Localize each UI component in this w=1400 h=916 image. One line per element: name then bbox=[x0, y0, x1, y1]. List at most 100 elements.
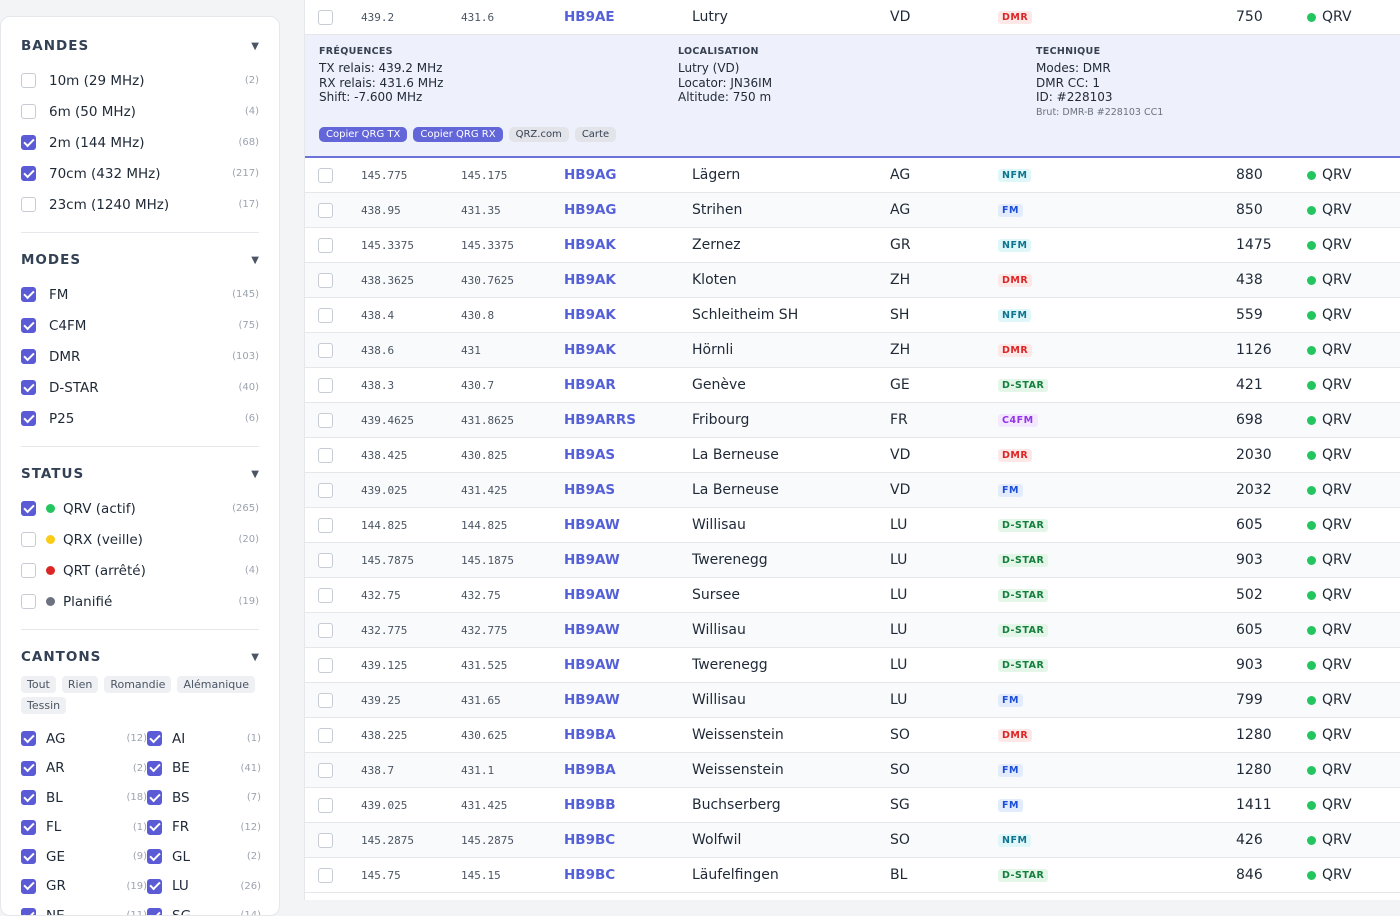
filter-option[interactable]: FL (1) bbox=[21, 813, 147, 843]
callsign-link[interactable]: HB9ARRS bbox=[564, 403, 636, 437]
filter-checkbox[interactable] bbox=[21, 731, 36, 747]
callsign-link[interactable]: HB9BC bbox=[564, 858, 615, 892]
table-row[interactable]: 145.75 145.15 HB9BC Läufelfingen BL D-STAR 846… bbox=[305, 858, 1400, 893]
filter-option[interactable]: 70cm (432 MHz) (217) bbox=[21, 158, 259, 189]
checkbox[interactable] bbox=[318, 552, 333, 568]
bands-header[interactable]: BANDES ▼ bbox=[21, 35, 259, 57]
filter-checkbox[interactable] bbox=[21, 197, 36, 212]
filter-option[interactable]: AG (12) bbox=[21, 724, 147, 754]
checkbox[interactable] bbox=[318, 447, 333, 463]
callsign-link[interactable]: HB9AW bbox=[564, 613, 620, 647]
filter-checkbox[interactable] bbox=[21, 104, 36, 119]
checkbox[interactable] bbox=[318, 797, 333, 813]
filter-checkbox[interactable] bbox=[21, 349, 36, 364]
filter-checkbox[interactable] bbox=[21, 878, 36, 894]
filter-checkbox[interactable] bbox=[21, 532, 36, 547]
filter-option[interactable]: QRV (actif) (265) bbox=[21, 493, 259, 524]
filter-option[interactable]: 10m (29 MHz) (2) bbox=[21, 65, 259, 96]
filter-checkbox[interactable] bbox=[147, 908, 162, 915]
table-row[interactable]: 439.25 431.65 HB9AW Willisau LU FM 799 QRV bbox=[305, 683, 1400, 718]
filter-option[interactable]: AR (2) bbox=[21, 754, 147, 784]
row-checkbox[interactable] bbox=[318, 543, 333, 577]
table-row[interactable]: 438.3625 430.7625 HB9AK Kloten ZH DMR 438 QRV bbox=[305, 263, 1400, 298]
filter-option[interactable]: 2m (144 MHz) (68) bbox=[21, 127, 259, 158]
qrz-link-button[interactable]: QRZ.com bbox=[508, 127, 569, 142]
checkbox[interactable] bbox=[318, 307, 333, 323]
row-checkbox[interactable] bbox=[318, 438, 333, 472]
row-checkbox[interactable] bbox=[318, 753, 333, 787]
checkbox[interactable] bbox=[318, 692, 333, 708]
filter-checkbox[interactable] bbox=[21, 166, 36, 181]
table-row[interactable]: 432.75 432.75 HB9AW Sursee LU D-STAR 502 QRV bbox=[305, 578, 1400, 613]
table-row[interactable]: 438.7 431.1 HB9BA Weissenstein SO FM 1280 QRV bbox=[305, 753, 1400, 788]
filter-option[interactable]: P25 (6) bbox=[21, 403, 259, 434]
filter-option[interactable]: BL (18) bbox=[21, 783, 147, 813]
row-checkbox[interactable] bbox=[318, 158, 333, 192]
callsign-link[interactable]: HB9AK bbox=[564, 333, 616, 367]
row-checkbox[interactable] bbox=[318, 473, 333, 507]
filter-checkbox[interactable] bbox=[147, 849, 162, 865]
filter-option[interactable]: BS (7) bbox=[147, 783, 261, 813]
checkbox[interactable] bbox=[318, 482, 333, 498]
row-checkbox[interactable] bbox=[318, 578, 333, 612]
checkbox[interactable] bbox=[318, 202, 333, 218]
filter-option[interactable]: SG (14) bbox=[147, 901, 261, 915]
callsign-link[interactable]: HB9BA bbox=[564, 718, 616, 752]
table-row[interactable]: 438.3 430.7 HB9AR Genève GE D-STAR 421 QRV bbox=[305, 368, 1400, 403]
filter-option[interactable]: NE (11) bbox=[21, 901, 147, 915]
table-row[interactable]: 438.6 431 HB9AK Hörnli ZH DMR 1126 QRV bbox=[305, 333, 1400, 368]
canton-quick-button[interactable]: Alémanique bbox=[177, 676, 256, 693]
filter-option[interactable]: Planifié (19) bbox=[21, 586, 259, 617]
table-row[interactable]: 145.7875 145.1875 HB9AW Twerenegg LU D-STAR 90… bbox=[305, 543, 1400, 578]
row-checkbox[interactable] bbox=[318, 193, 333, 227]
table-row[interactable]: 145.3375 145.3375 HB9AK Zernez GR NFM 1475 QRV bbox=[305, 228, 1400, 263]
canton-quick-button[interactable]: Tessin bbox=[21, 697, 67, 714]
callsign-link[interactable]: HB9AK bbox=[564, 228, 616, 262]
table-row[interactable]: 144.825 144.825 HB9AW Willisau LU D-STAR 605 QR… bbox=[305, 508, 1400, 543]
table-row[interactable]: 438.95 431.35 HB9AG Strihen AG FM 850 QRV bbox=[305, 193, 1400, 228]
callsign-link[interactable]: HB9AG bbox=[564, 158, 617, 192]
row-checkbox[interactable] bbox=[318, 648, 333, 682]
checkbox[interactable] bbox=[318, 377, 333, 393]
callsign-link[interactable]: HB9BB bbox=[564, 788, 616, 822]
callsign-link[interactable]: HB9AE bbox=[564, 0, 615, 34]
filter-checkbox[interactable] bbox=[21, 819, 36, 835]
checkbox[interactable] bbox=[318, 237, 333, 253]
table-row[interactable]: 439.4625 431.8625 HB9ARRS Fribourg FR C4FM 698… bbox=[305, 403, 1400, 438]
row-checkbox[interactable] bbox=[318, 858, 333, 892]
table-row[interactable]: 439.025 431.425 HB9BB Buchserberg SG FM 1411 QR… bbox=[305, 788, 1400, 823]
filter-checkbox[interactable] bbox=[21, 760, 36, 776]
filter-option[interactable]: GE (9) bbox=[21, 842, 147, 872]
checkbox[interactable] bbox=[318, 167, 333, 183]
row-checkbox[interactable] bbox=[318, 613, 333, 647]
filter-option[interactable]: BE (41) bbox=[147, 754, 261, 784]
checkbox[interactable] bbox=[318, 272, 333, 288]
filter-checkbox[interactable] bbox=[21, 790, 36, 806]
filter-option[interactable]: GR (19) bbox=[21, 872, 147, 902]
callsign-link[interactable]: HB9AW bbox=[564, 508, 620, 542]
cantons-header[interactable]: CANTONS ▼ bbox=[21, 646, 259, 668]
filter-option[interactable]: DMR (103) bbox=[21, 341, 259, 372]
chevron-down-icon[interactable]: ▼ bbox=[251, 255, 259, 266]
filter-option[interactable]: QRX (veille) (20) bbox=[21, 524, 259, 555]
filter-option[interactable]: D-STAR (40) bbox=[21, 372, 259, 403]
checkbox[interactable] bbox=[318, 622, 333, 638]
callsign-link[interactable]: HB9AS bbox=[564, 438, 615, 472]
callsign-link[interactable]: HB9AW bbox=[564, 543, 620, 577]
row-checkbox[interactable] bbox=[318, 368, 333, 402]
row-checkbox[interactable] bbox=[318, 263, 333, 297]
row-checkbox[interactable] bbox=[318, 298, 333, 332]
filter-checkbox[interactable] bbox=[21, 318, 36, 333]
row-checkbox[interactable] bbox=[318, 508, 333, 542]
checkbox[interactable] bbox=[318, 412, 333, 428]
filter-option[interactable]: 6m (50 MHz) (4) bbox=[21, 96, 259, 127]
checkbox[interactable] bbox=[318, 657, 333, 673]
filter-option[interactable]: GL (2) bbox=[147, 842, 261, 872]
filter-checkbox[interactable] bbox=[21, 563, 36, 578]
row-checkbox[interactable] bbox=[318, 718, 333, 752]
status-header[interactable]: STATUS ▼ bbox=[21, 463, 259, 485]
row-checkbox[interactable] bbox=[318, 0, 333, 34]
filter-checkbox[interactable] bbox=[147, 790, 162, 806]
copy-tx-button[interactable]: Copier QRG TX bbox=[319, 127, 408, 142]
canton-quick-button[interactable]: Romandie bbox=[104, 676, 172, 693]
